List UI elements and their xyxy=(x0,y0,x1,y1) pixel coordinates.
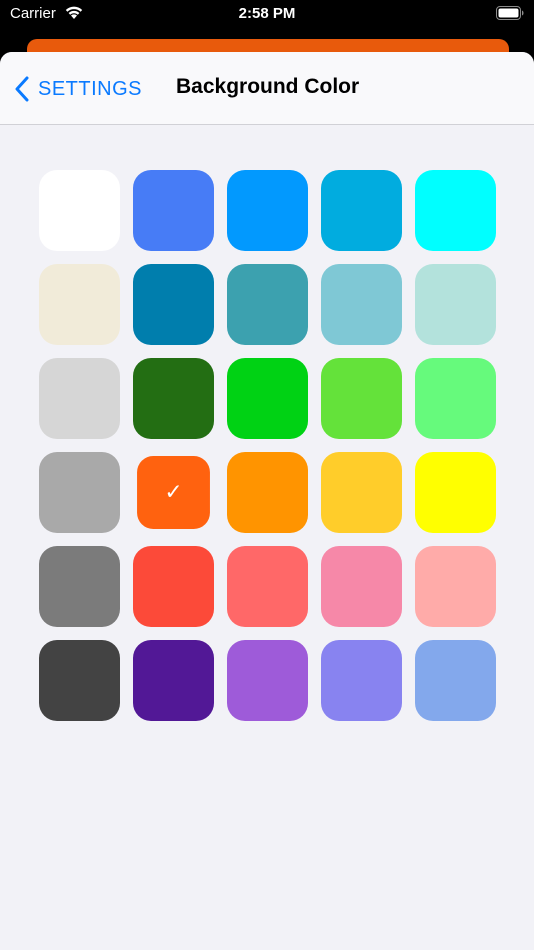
color-swatch[interactable] xyxy=(227,264,308,345)
color-swatch[interactable] xyxy=(133,640,214,721)
page-title: Background Color xyxy=(176,75,360,98)
color-swatch[interactable] xyxy=(133,264,214,345)
color-swatch[interactable] xyxy=(133,170,214,251)
color-swatch[interactable] xyxy=(321,452,402,533)
color-swatch[interactable] xyxy=(227,452,308,533)
clock: 2:58 PM xyxy=(238,5,296,22)
color-swatch[interactable] xyxy=(227,170,308,251)
color-swatch[interactable] xyxy=(39,358,120,439)
color-swatch[interactable] xyxy=(415,640,496,721)
color-swatch[interactable] xyxy=(39,640,120,721)
chevron-left-icon xyxy=(15,76,29,102)
background-color-sheet: SETTINGS Background Color ✓ xyxy=(0,52,534,950)
color-swatch[interactable] xyxy=(415,170,496,251)
color-swatch[interactable] xyxy=(415,452,496,533)
battery-icon xyxy=(496,6,524,20)
color-swatch[interactable] xyxy=(39,170,120,251)
color-swatch[interactable] xyxy=(227,358,308,439)
back-button-label: SETTINGS xyxy=(38,77,143,100)
color-swatch[interactable]: ✓ xyxy=(137,456,210,529)
status-bar: Carrier 2:58 PM xyxy=(0,0,534,30)
color-swatch[interactable] xyxy=(321,546,402,627)
color-swatch[interactable] xyxy=(227,640,308,721)
color-swatch[interactable] xyxy=(321,170,402,251)
color-swatch[interactable] xyxy=(227,546,308,627)
color-swatch[interactable] xyxy=(133,546,214,627)
color-swatch[interactable] xyxy=(39,452,120,533)
color-swatch[interactable] xyxy=(39,546,120,627)
color-swatch[interactable] xyxy=(321,264,402,345)
color-swatch[interactable] xyxy=(321,358,402,439)
color-swatch[interactable] xyxy=(415,546,496,627)
color-swatch[interactable] xyxy=(415,358,496,439)
color-swatch[interactable] xyxy=(321,640,402,721)
navigation-bar: SETTINGS Background Color xyxy=(0,52,534,125)
back-button[interactable]: SETTINGS xyxy=(14,74,142,104)
checkmark-icon: ✓ xyxy=(164,480,183,505)
color-swatch[interactable] xyxy=(415,264,496,345)
color-swatch[interactable] xyxy=(133,358,214,439)
color-swatch[interactable] xyxy=(39,264,120,345)
